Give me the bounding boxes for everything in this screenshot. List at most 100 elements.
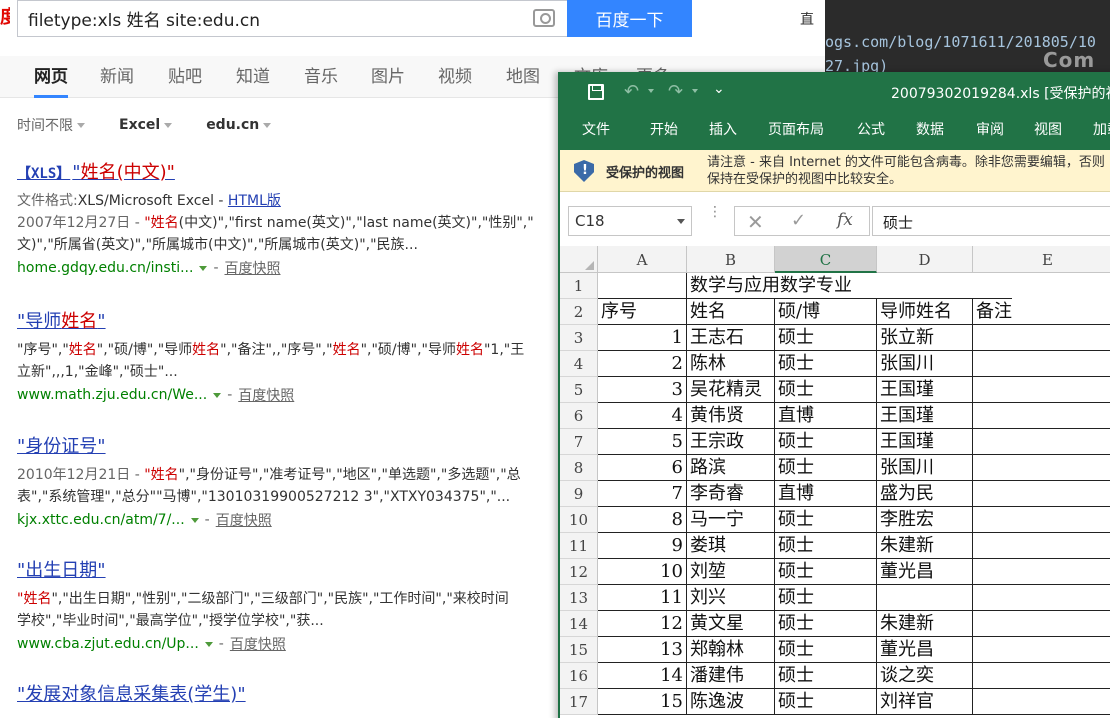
row-header[interactable]: 10 [560,507,598,533]
degree-cell[interactable]: 硕士 [775,585,877,611]
name-cell[interactable]: 郑翰林 [687,637,775,663]
tab-view[interactable]: 视图 [1034,119,1062,139]
filter-time[interactable]: 时间不限 [17,115,85,135]
advisor-cell[interactable]: 王国瑾 [877,377,973,403]
select-all-corner[interactable] [560,246,598,273]
more-options-icon[interactable]: ⋮ [708,205,722,229]
tab-images[interactable]: 图片 [371,62,405,98]
row-header[interactable]: 14 [560,611,598,637]
header-cell[interactable]: 序号 [598,299,687,325]
snapshot-link[interactable]: 百度快照 [225,258,281,278]
tab-web[interactable]: 网页 [34,62,68,98]
row-header[interactable]: 17 [560,689,598,715]
name-cell[interactable]: 潘建伟 [687,663,775,689]
baidu-logo-fragment[interactable]: 度 [0,0,10,38]
grid-cell[interactable] [598,273,687,299]
header-cell[interactable]: 备注 [973,299,1110,325]
serial-cell[interactable]: 12 [598,611,687,637]
row-header[interactable]: 15 [560,637,598,663]
degree-cell[interactable]: 硕士 [775,663,877,689]
row-header[interactable]: 3 [560,325,598,351]
snapshot-link[interactable]: 百度快照 [230,634,286,654]
serial-cell[interactable]: 3 [598,377,687,403]
tab-insert[interactable]: 插入 [709,119,737,139]
note-cell[interactable] [973,481,1110,507]
name-cell[interactable]: 刘兴 [687,585,775,611]
advisor-cell[interactable]: 谈之奕 [877,663,973,689]
chevron-down-icon[interactable] [190,517,199,523]
name-cell[interactable]: 王志石 [687,325,775,351]
result-title-link[interactable]: "导师姓名" [17,307,577,333]
column-header-b[interactable]: B [687,246,775,273]
filter-site[interactable]: edu.cn [206,115,272,135]
name-cell[interactable]: 马一宁 [687,507,775,533]
serial-cell[interactable]: 1 [598,325,687,351]
degree-cell[interactable]: 硕士 [775,455,877,481]
degree-cell[interactable]: 硕士 [775,637,877,663]
advisor-cell[interactable]: 张立新 [877,325,973,351]
name-cell[interactable]: 黄伟贤 [687,403,775,429]
chevron-down-icon[interactable] [677,219,685,224]
tab-data[interactable]: 数据 [916,119,944,139]
undo-dropdown-icon[interactable] [648,89,654,93]
row-header[interactable]: 9 [560,481,598,507]
degree-cell[interactable]: 硕士 [775,325,877,351]
advisor-cell[interactable]: 朱建新 [877,611,973,637]
note-cell[interactable] [973,455,1110,481]
enter-check-icon[interactable]: ✓ [791,210,806,231]
serial-cell[interactable]: 8 [598,507,687,533]
redo-icon[interactable]: ↷ [668,81,683,102]
name-box[interactable]: C18 [568,206,692,236]
chevron-down-icon[interactable] [199,265,208,271]
formula-input[interactable]: 硕士 [872,206,1110,236]
tab-zhidao[interactable]: 知道 [236,62,270,98]
advisor-cell[interactable]: 刘祥官 [877,689,973,715]
name-cell[interactable]: 娄琪 [687,533,775,559]
degree-cell[interactable]: 硕士 [775,377,877,403]
result-title-link[interactable]: "身份证号" [17,432,577,458]
advisor-cell[interactable]: 董光昌 [877,559,973,585]
degree-cell[interactable]: 硕士 [775,533,877,559]
name-cell[interactable]: 李奇睿 [687,481,775,507]
note-cell[interactable] [973,351,1110,377]
row-header[interactable]: 2 [560,299,598,325]
advisor-cell[interactable]: 董光昌 [877,637,973,663]
advisor-cell[interactable]: 王国瑾 [877,403,973,429]
note-cell[interactable] [973,507,1110,533]
tab-music[interactable]: 音乐 [304,62,338,98]
serial-cell[interactable]: 11 [598,585,687,611]
note-cell[interactable] [973,377,1110,403]
column-header-e[interactable]: E [973,246,1110,273]
degree-cell[interactable]: 硕士 [775,559,877,585]
result-title-link[interactable]: "出生日期" [17,556,577,582]
filter-filetype[interactable]: Excel [119,115,173,135]
name-cell[interactable]: 吴花精灵 [687,377,775,403]
serial-cell[interactable]: 2 [598,351,687,377]
chevron-down-icon[interactable] [213,392,222,398]
row-header[interactable]: 4 [560,351,598,377]
column-header-a[interactable]: A [598,246,687,273]
row-header[interactable]: 6 [560,403,598,429]
tab-news[interactable]: 新闻 [100,62,134,98]
row-header[interactable]: 11 [560,533,598,559]
sheet-title-cell[interactable]: 数学与应用数学专业 [687,273,1012,299]
advisor-cell[interactable]: 张国川 [877,351,973,377]
search-input[interactable] [28,1,528,36]
search-button[interactable]: 百度一下 [567,0,692,37]
row-header[interactable]: 1 [560,273,598,299]
serial-cell[interactable]: 9 [598,533,687,559]
serial-cell[interactable]: 15 [598,689,687,715]
degree-cell[interactable]: 直博 [775,403,877,429]
note-cell[interactable] [973,533,1110,559]
note-cell[interactable] [973,325,1110,351]
name-cell[interactable]: 陈逸波 [687,689,775,715]
advisor-cell[interactable]: 王国瑾 [877,429,973,455]
note-cell[interactable] [973,637,1110,663]
tab-video[interactable]: 视频 [438,62,472,98]
degree-cell[interactable]: 直博 [775,481,877,507]
result-title-link[interactable]: 【XLS】 "姓名(中文)" [17,158,577,184]
name-cell[interactable]: 路滨 [687,455,775,481]
advisor-cell[interactable]: 朱建新 [877,533,973,559]
tab-home[interactable]: 开始 [650,119,678,139]
note-cell[interactable] [973,689,1110,715]
